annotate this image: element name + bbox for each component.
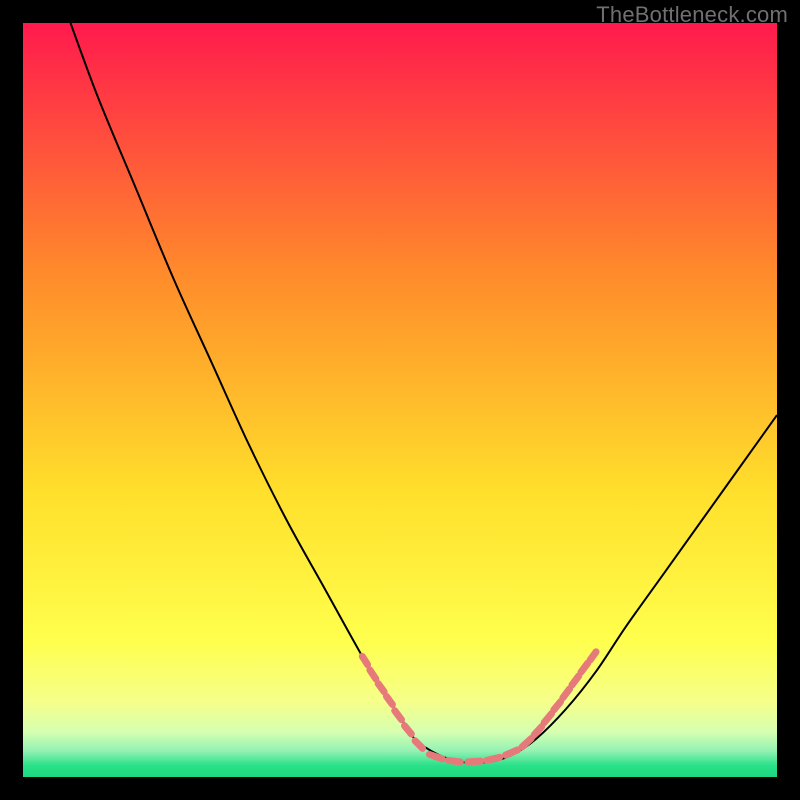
highlight-segment (386, 696, 392, 704)
chart-frame: TheBottleneck.com (0, 0, 800, 800)
gradient-background (23, 23, 777, 777)
highlight-segment (590, 652, 596, 660)
highlight-segment (506, 750, 518, 755)
highlight-segment (362, 656, 367, 664)
plot-area (23, 23, 777, 777)
highlight-segment (487, 757, 500, 760)
watermark-text: TheBottleneck.com (596, 2, 788, 28)
highlight-segment (378, 684, 384, 692)
highlight-segment (448, 760, 460, 762)
bottleneck-chart (23, 23, 777, 777)
highlight-segment (429, 754, 442, 759)
highlight-segment (468, 761, 481, 762)
